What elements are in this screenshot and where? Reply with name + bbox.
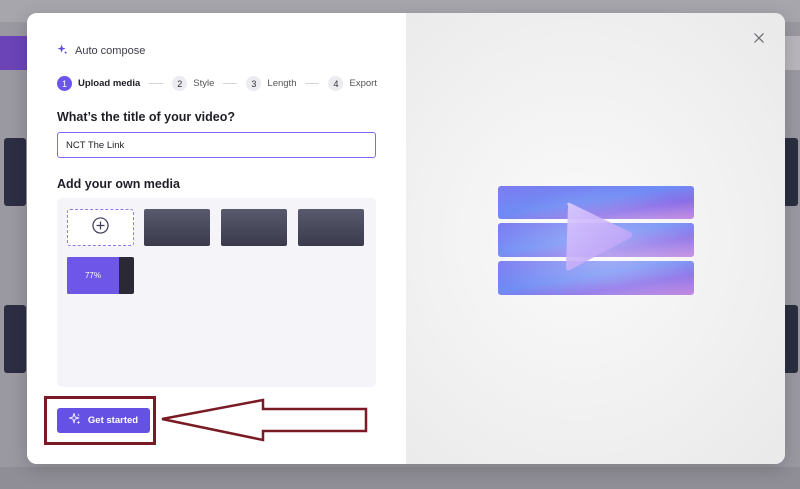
dialog-title: Auto compose — [75, 45, 146, 57]
plus-circle-icon — [92, 216, 109, 239]
close-button[interactable] — [752, 31, 766, 45]
step-length[interactable]: 3 Length — [246, 76, 296, 91]
step-divider — [149, 83, 164, 84]
close-icon — [752, 31, 766, 45]
video-title-label: What’s the title of your video? — [57, 110, 236, 124]
step-divider — [305, 83, 320, 84]
step-export[interactable]: 4 Export — [328, 76, 377, 91]
background-accent-button — [0, 36, 28, 70]
dialog-header: Auto compose — [57, 42, 145, 60]
step-upload-media[interactable]: 1 Upload media — [57, 76, 140, 91]
step-label: Upload media — [78, 78, 141, 89]
step-number: 2 — [172, 76, 188, 91]
step-number: 4 — [328, 76, 344, 91]
step-divider — [223, 83, 238, 84]
background-footer — [0, 467, 800, 489]
media-panel[interactable]: 77% — [57, 198, 376, 387]
video-play-icon — [498, 186, 694, 296]
background-thumbnail — [4, 138, 26, 206]
annotation-highlight-box — [44, 396, 156, 445]
uploading-media-tile: 77% — [67, 257, 134, 294]
media-thumbnail[interactable] — [298, 209, 364, 246]
stepper: 1 Upload media 2 Style 3 Length 4 Export — [57, 76, 377, 91]
media-thumbnail[interactable] — [144, 209, 210, 246]
step-label: Style — [193, 78, 215, 89]
step-style[interactable]: 2 Style — [172, 76, 214, 91]
add-media-button[interactable] — [67, 209, 134, 246]
upload-progress-label: 77% — [84, 271, 101, 280]
background-thumbnail — [4, 305, 26, 373]
media-thumbnail[interactable] — [221, 209, 287, 246]
media-section-label: Add your own media — [57, 177, 180, 191]
annotation-arrow-icon — [161, 398, 368, 442]
step-label: Length — [267, 78, 297, 89]
step-number: 1 — [57, 76, 72, 91]
video-title-input[interactable] — [57, 132, 376, 158]
step-label: Export — [349, 78, 377, 89]
sparkle-icon — [57, 42, 68, 60]
step-number: 3 — [246, 76, 262, 91]
